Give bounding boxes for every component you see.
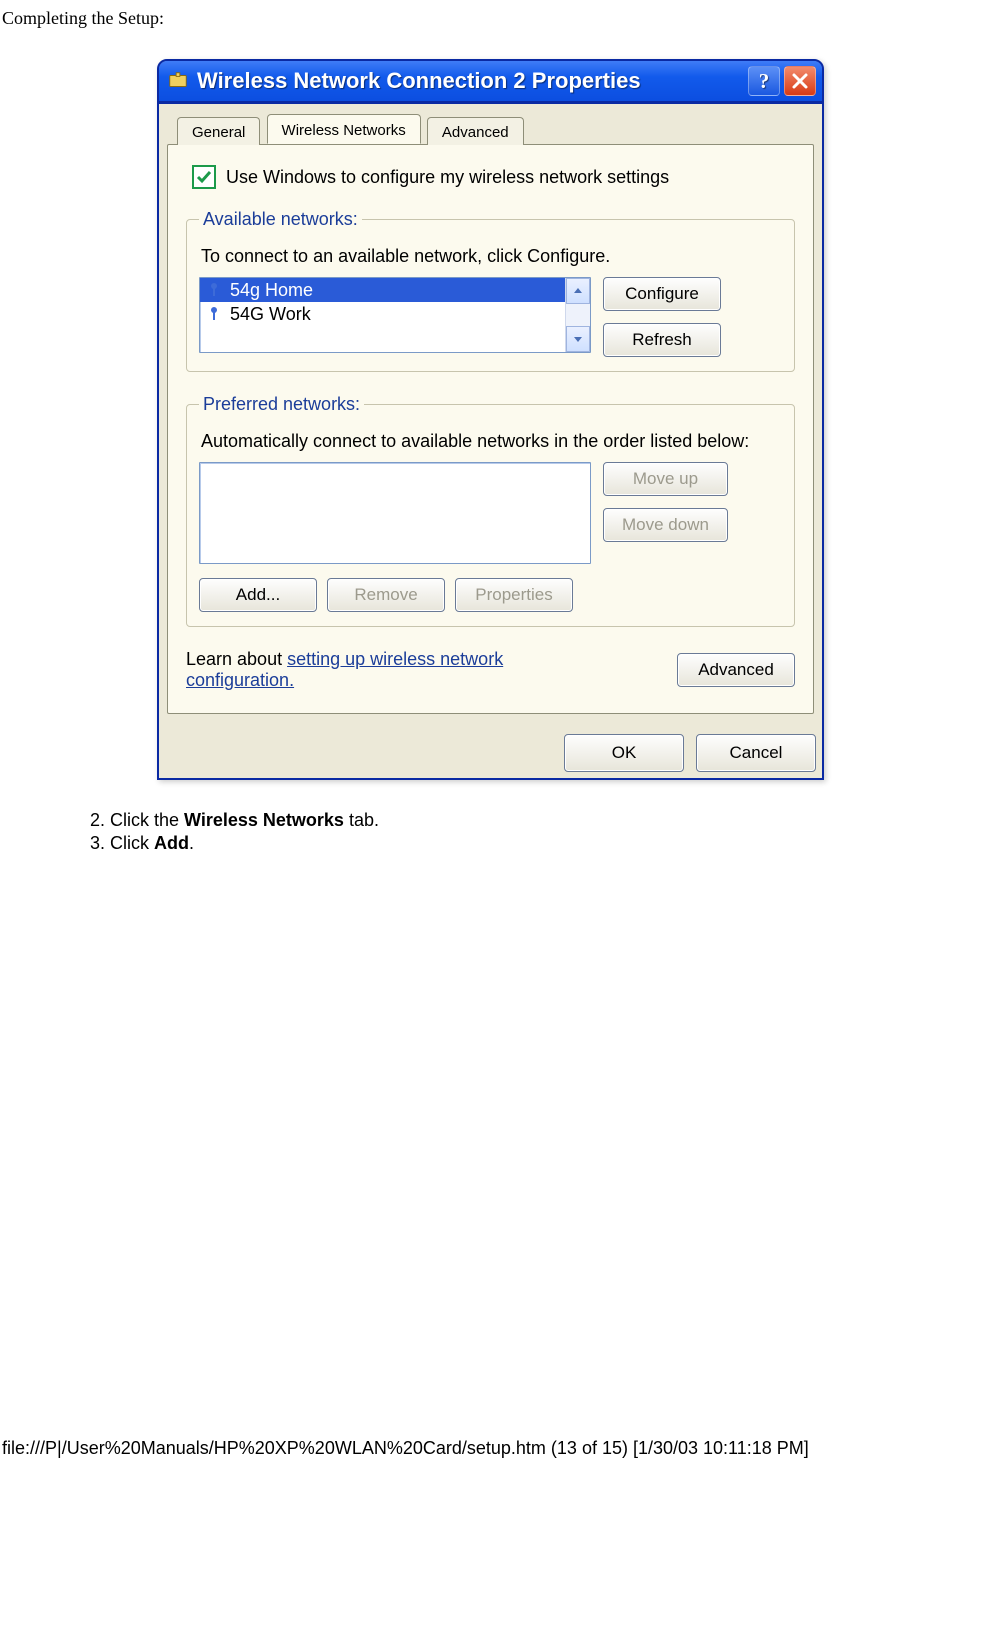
instruction-step: Click the Wireless Networks tab. — [110, 810, 981, 831]
move-up-button[interactable]: Move up — [603, 462, 728, 496]
network-icon — [206, 306, 222, 322]
instruction-step: Click Add. — [110, 833, 981, 854]
ok-button[interactable]: OK — [564, 734, 684, 772]
move-down-button[interactable]: Move down — [603, 508, 728, 542]
advanced-button[interactable]: Advanced — [677, 653, 795, 687]
preferred-legend: Preferred networks: — [199, 394, 364, 415]
network-name: 54G Work — [230, 304, 311, 325]
add-button[interactable]: Add... — [199, 578, 317, 612]
configure-button[interactable]: Configure — [603, 277, 721, 311]
close-button[interactable] — [784, 66, 816, 96]
available-networks-list[interactable]: 54g Home 54G Work — [199, 277, 591, 353]
tab-general[interactable]: General — [177, 117, 260, 145]
cancel-button[interactable]: Cancel — [696, 734, 816, 772]
remove-button[interactable]: Remove — [327, 578, 445, 612]
tab-advanced[interactable]: Advanced — [427, 117, 524, 145]
use-windows-label: Use Windows to configure my wireless net… — [226, 167, 669, 188]
titlebar[interactable]: Wireless Network Connection 2 Properties… — [159, 61, 822, 101]
help-button[interactable]: ? — [748, 66, 780, 96]
properties-dialog: Wireless Network Connection 2 Properties… — [157, 59, 824, 780]
scroll-down-icon[interactable] — [566, 326, 590, 352]
instruction-list: Click the Wireless Networks tab. Click A… — [0, 810, 981, 854]
network-icon — [206, 282, 222, 298]
available-networks-group: Available networks: To connect to an ava… — [186, 209, 795, 372]
tab-wireless-networks[interactable]: Wireless Networks — [267, 114, 421, 144]
page-heading: Completing the Setup: — [0, 0, 981, 29]
tab-panel: Use Windows to configure my wireless net… — [167, 144, 814, 714]
scroll-up-icon[interactable] — [566, 278, 590, 304]
scrollbar[interactable] — [565, 278, 590, 352]
preferred-desc: Automatically connect to available netwo… — [201, 431, 782, 452]
properties-button[interactable]: Properties — [455, 578, 573, 612]
preferred-networks-group: Preferred networks: Automatically connec… — [186, 394, 795, 627]
available-legend: Available networks: — [199, 209, 362, 230]
learn-text: Learn about setting up wireless network … — [186, 649, 566, 691]
footer-path: file:///P|/User%20Manuals/HP%20XP%20WLAN… — [0, 1434, 981, 1471]
tab-strip: General Wireless Networks Advanced — [177, 114, 816, 144]
list-item[interactable]: 54g Home — [200, 278, 565, 302]
preferred-networks-list[interactable] — [199, 462, 591, 564]
refresh-button[interactable]: Refresh — [603, 323, 721, 357]
window-icon — [167, 70, 189, 92]
use-windows-checkbox[interactable] — [192, 165, 216, 189]
available-desc: To connect to an available network, clic… — [201, 246, 782, 267]
network-name: 54g Home — [230, 280, 313, 301]
list-item[interactable]: 54G Work — [200, 302, 565, 326]
window-title: Wireless Network Connection 2 Properties — [197, 68, 641, 94]
